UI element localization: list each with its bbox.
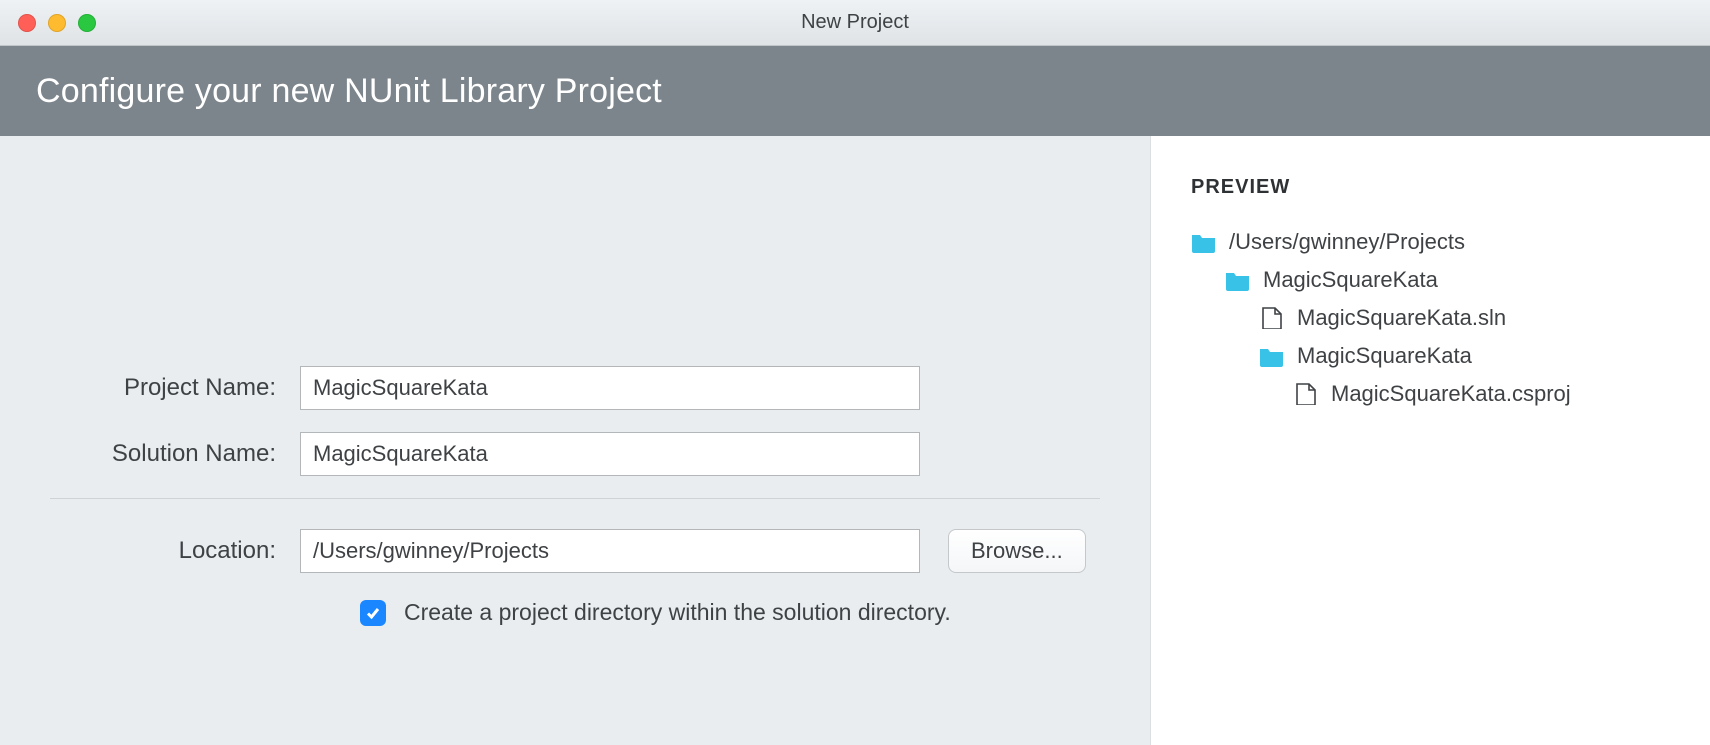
titlebar: New Project bbox=[0, 0, 1710, 46]
zoom-window-button[interactable] bbox=[78, 14, 96, 32]
tree-row: MagicSquareKata bbox=[1191, 337, 1692, 375]
solution-name-label: Solution Name: bbox=[50, 440, 300, 468]
tree-label: MagicSquareKata.sln bbox=[1297, 305, 1506, 331]
location-input[interactable] bbox=[300, 529, 920, 573]
folder-icon bbox=[1191, 231, 1217, 253]
preview-tree: /Users/gwinney/Projects MagicSquareKata Ma… bbox=[1191, 223, 1692, 413]
create-directory-checkbox[interactable] bbox=[360, 600, 386, 626]
project-name-row: Project Name: bbox=[50, 366, 1100, 410]
tree-row: MagicSquareKata.csproj bbox=[1191, 375, 1692, 413]
form-divider bbox=[50, 498, 1100, 499]
solution-name-row: Solution Name: bbox=[50, 432, 1100, 476]
window-controls bbox=[18, 14, 96, 32]
wizard-title: Configure your new NUnit Library Project bbox=[36, 72, 662, 111]
browse-button[interactable]: Browse... bbox=[948, 529, 1086, 573]
folder-icon bbox=[1225, 269, 1251, 291]
tree-label: /Users/gwinney/Projects bbox=[1229, 229, 1465, 255]
location-row: Location: Browse... bbox=[50, 529, 1100, 573]
location-label: Location: bbox=[50, 537, 300, 565]
file-icon bbox=[1293, 383, 1319, 405]
tree-row: MagicSquareKata bbox=[1191, 261, 1692, 299]
tree-row: /Users/gwinney/Projects bbox=[1191, 223, 1692, 261]
minimize-window-button[interactable] bbox=[48, 14, 66, 32]
project-name-input[interactable] bbox=[300, 366, 920, 410]
main-split: Project Name: Solution Name: Location: B… bbox=[0, 136, 1710, 745]
file-icon bbox=[1259, 307, 1285, 329]
create-directory-row: Create a project directory within the so… bbox=[50, 599, 1100, 626]
window-title: New Project bbox=[801, 11, 909, 34]
preview-panel: PREVIEW /Users/gwinney/Projects MagicSqua… bbox=[1150, 136, 1710, 745]
tree-label: MagicSquareKata.csproj bbox=[1331, 381, 1571, 407]
create-directory-label: Create a project directory within the so… bbox=[404, 599, 951, 626]
tree-label: MagicSquareKata bbox=[1263, 267, 1438, 293]
wizard-header: Configure your new NUnit Library Project bbox=[0, 46, 1710, 136]
checkmark-icon bbox=[365, 605, 381, 621]
folder-icon bbox=[1259, 345, 1285, 367]
preview-heading: PREVIEW bbox=[1191, 176, 1692, 199]
tree-label: MagicSquareKata bbox=[1297, 343, 1472, 369]
tree-row: MagicSquareKata.sln bbox=[1191, 299, 1692, 337]
project-name-label: Project Name: bbox=[50, 374, 300, 402]
close-window-button[interactable] bbox=[18, 14, 36, 32]
solution-name-input[interactable] bbox=[300, 432, 920, 476]
form-panel: Project Name: Solution Name: Location: B… bbox=[0, 136, 1150, 745]
